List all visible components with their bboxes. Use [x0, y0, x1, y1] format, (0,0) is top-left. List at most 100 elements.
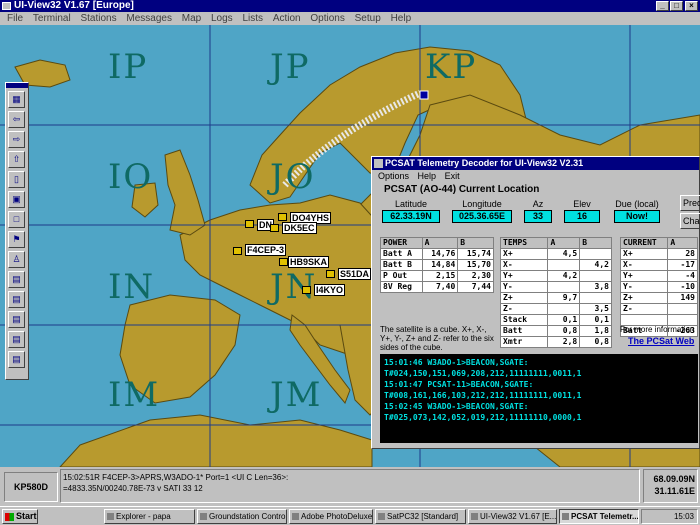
- due-label: Due (local): [615, 199, 659, 209]
- cursor-position: 68.09.09N 31.11.61E: [643, 469, 698, 503]
- locator-display: KP580D: [4, 472, 58, 502]
- table-cell: X+: [619, 248, 669, 260]
- window-title: UI-View32 V1.67 [Europe]: [14, 0, 134, 11]
- task-groundstation[interactable]: Groundstation Control: [197, 509, 287, 524]
- temps-table: TEMPS A B X+ 4,5 X- 4,2 Y+ 4,2 Y- 3,8 Z+ 9,7 …: [499, 237, 612, 348]
- table-row: Y+ -4: [619, 270, 698, 282]
- table-cell: Batt: [499, 325, 549, 337]
- map-icon[interactable]: ▤: [8, 331, 25, 348]
- elevation-value: 16: [564, 210, 600, 223]
- table-cell: 0,8: [547, 325, 581, 337]
- menu-options[interactable]: Options: [310, 12, 344, 25]
- task-ui-view32[interactable]: UI-View32 V1.67 [E...: [468, 509, 557, 524]
- station-icon-i4kyo[interactable]: [302, 286, 311, 294]
- arrow-left-icon[interactable]: ⇦: [8, 111, 25, 128]
- menu-action[interactable]: Action: [273, 12, 301, 25]
- pcsat-menu-help[interactable]: Help: [418, 171, 437, 181]
- station-label-hb9ska[interactable]: HB9SKA: [288, 256, 330, 268]
- minimize-button[interactable]: _: [656, 1, 669, 11]
- pcsat-menu-options[interactable]: Options: [378, 171, 409, 181]
- station-icon-dk5ec[interactable]: [270, 224, 279, 232]
- station-label-i4kyo[interactable]: I4KYO: [314, 284, 346, 296]
- flag-icon[interactable]: ⚑: [8, 231, 25, 248]
- table-cell: 7,40: [421, 281, 459, 293]
- window-icon[interactable]: □: [8, 211, 25, 228]
- map-icon[interactable]: ▤: [8, 351, 25, 368]
- station-icon-s51da[interactable]: [326, 270, 335, 278]
- monitor-icon[interactable]: ▣: [8, 191, 25, 208]
- grid-label-in: IN: [108, 267, 156, 307]
- map-icon[interactable]: ▤: [8, 311, 25, 328]
- station-icon-do4yhs[interactable]: [278, 213, 287, 221]
- predict-button[interactable]: Pred: [680, 195, 700, 211]
- task-photodeluxe[interactable]: Adobe PhotoDeluxe...: [289, 509, 373, 524]
- table-cell: 3,5: [579, 303, 612, 315]
- table-header-row: POWER A B: [380, 237, 494, 249]
- station-icon-dn[interactable]: [245, 220, 254, 228]
- map-icon[interactable]: ▤: [8, 291, 25, 308]
- table-cell: Z-: [619, 303, 669, 315]
- table-row: 8V Reg 7,40 7,44: [380, 281, 494, 293]
- arrow-up-icon[interactable]: ⇧: [8, 151, 25, 168]
- table-row: Batt 0,8 1,8: [499, 325, 612, 337]
- current-table: CURRENT A X+ 28 X- -17 Y+ -4 Y- -10 Z+ 149 Z-…: [619, 237, 698, 337]
- table-cell: 14,84: [421, 259, 459, 271]
- close-button[interactable]: ×: [685, 1, 698, 11]
- table-header: TEMPS: [499, 237, 549, 249]
- channel-button[interactable]: Chan: [680, 213, 700, 229]
- table-cell: 15,74: [457, 248, 494, 260]
- longitude-value: 025.36.65E: [452, 210, 512, 223]
- table-cell: [579, 270, 612, 282]
- station-label-f4cep[interactable]: F4CEP-3: [245, 244, 287, 256]
- status-bar: KP580D 15:02:51R F4CEP-3>APRS,W3ADO-1* P…: [0, 467, 700, 506]
- cube-note: The satellite is a cube. X+, X-, Y+, Y-,…: [380, 325, 494, 352]
- station-icon-f4cep[interactable]: [233, 247, 242, 255]
- ui-view-window: UI-View32 V1.67 [Europe] _ □ × File Term…: [0, 0, 700, 525]
- table-cell: 0,8: [579, 336, 612, 348]
- task-explorer[interactable]: Explorer - papa: [104, 509, 195, 524]
- table-cell: [547, 303, 581, 315]
- menu-messages[interactable]: Messages: [126, 12, 172, 25]
- beacon-line: 15:01:46 W3ADO-1>BEACON,SGATE:: [384, 358, 529, 367]
- power-table: POWER A B Batt A 14,76 15,74 Batt B 14,84 15…: [380, 237, 494, 293]
- clock[interactable]: 15:03: [674, 512, 694, 521]
- pcsat-menu-exit[interactable]: Exit: [445, 171, 460, 181]
- pcsat-menu-bar: Options Help Exit: [372, 170, 699, 182]
- menu-terminal[interactable]: Terminal: [33, 12, 71, 25]
- map-select-icon[interactable]: ▦: [8, 91, 25, 108]
- person-icon[interactable]: ♙: [8, 251, 25, 268]
- table-header-row: TEMPS A B: [499, 237, 612, 249]
- menu-logs[interactable]: Logs: [211, 12, 233, 25]
- table-row: X+ 28: [619, 248, 698, 260]
- station-icon-hb9ska[interactable]: [279, 258, 288, 266]
- menu-stations[interactable]: Stations: [80, 12, 116, 25]
- pcsat-title: PCSAT Telemetry Decoder for UI-View32 V2…: [385, 158, 584, 168]
- station-label-dk5ec[interactable]: DK5EC: [282, 222, 317, 234]
- beacon-log[interactable]: 15:01:46 W3ADO-1>BEACON,SGATE: T#024,150…: [380, 354, 698, 443]
- station-label-s51da[interactable]: S51DA: [338, 268, 372, 280]
- table-cell: X-: [499, 259, 549, 271]
- page-icon[interactable]: ▯: [8, 171, 25, 188]
- map-icon[interactable]: ▤: [8, 271, 25, 288]
- table-cell: 14,76: [421, 248, 459, 260]
- table-cell: [667, 303, 698, 315]
- table-cell: Y-: [499, 281, 549, 293]
- menu-map[interactable]: Map: [182, 12, 201, 25]
- table-cell: 4,2: [579, 259, 612, 271]
- maximize-button[interactable]: □: [670, 1, 683, 11]
- table-cell: 2,15: [421, 270, 459, 282]
- start-button[interactable]: Start: [2, 509, 38, 524]
- pcsat-web-link[interactable]: The PCSat Web: [628, 336, 694, 346]
- table-header-row: CURRENT A: [619, 237, 698, 249]
- table-cell: 0,1: [579, 314, 612, 326]
- task-satpc32[interactable]: SatPC32 [Standard]: [375, 509, 466, 524]
- task-pcsat[interactable]: PCSAT Telemetr...: [559, 509, 639, 524]
- menu-setup[interactable]: Setup: [355, 12, 381, 25]
- table-cell: Y+: [619, 270, 669, 282]
- menu-lists[interactable]: Lists: [242, 12, 263, 25]
- menu-help[interactable]: Help: [391, 12, 412, 25]
- table-row: Z+ 9,7: [499, 292, 612, 304]
- menu-file[interactable]: File: [7, 12, 23, 25]
- more-info-label: For more information: [620, 325, 695, 334]
- arrow-right-icon[interactable]: ⇨: [8, 131, 25, 148]
